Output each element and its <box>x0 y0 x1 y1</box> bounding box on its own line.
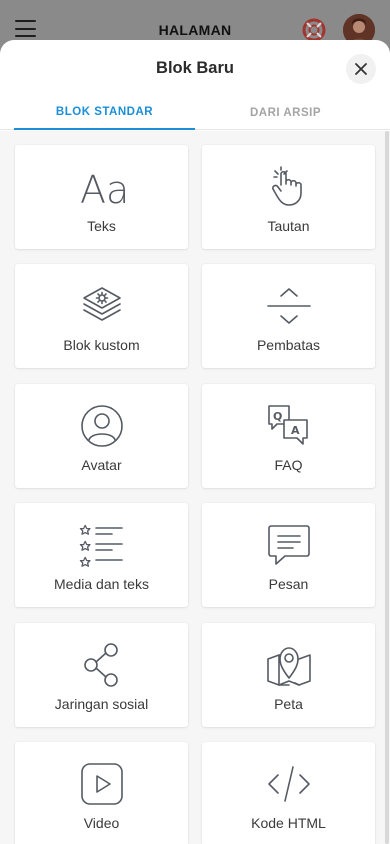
map-icon <box>202 641 375 689</box>
media-list-icon <box>15 521 188 569</box>
block-label: Media dan teks <box>54 576 149 592</box>
block-label: Jaringan sosial <box>54 696 149 712</box>
block-card-map[interactable]: Peta <box>202 623 375 727</box>
tab-bar: BLOK STANDAR DARI ARSIP <box>0 96 390 130</box>
block-card-link[interactable]: Tautan <box>202 145 375 249</box>
block-label: Kode HTML <box>251 815 326 831</box>
text-icon: Aa <box>15 163 188 212</box>
svg-text:A: A <box>291 424 300 437</box>
block-card-video[interactable]: Video <box>15 742 188 844</box>
svg-text:Q: Q <box>273 410 282 423</box>
lifebuoy-icon[interactable] <box>302 18 326 42</box>
code-icon <box>202 760 375 808</box>
block-label: Video <box>83 815 120 831</box>
tab-standard-blocks[interactable]: BLOK STANDAR <box>14 96 195 130</box>
block-label: FAQ <box>274 457 303 473</box>
divider-icon <box>202 282 375 330</box>
block-label: Blok kustom <box>63 337 140 353</box>
block-card-faq[interactable]: Q A FAQ <box>202 384 375 488</box>
block-card-media-text[interactable]: Media dan teks <box>15 503 188 607</box>
message-icon <box>202 521 375 569</box>
block-grid: Aa Teks Tautan Blok kustom Pembatas Avat… <box>0 131 390 844</box>
new-block-sheet: Blok Baru BLOK STANDAR DARI ARSIP Aa Tek… <box>0 40 390 844</box>
video-icon <box>15 760 188 808</box>
layers-icon <box>15 282 188 330</box>
block-label: Avatar <box>81 457 122 473</box>
app-title: HALAMAN <box>158 22 232 38</box>
block-card-custom[interactable]: Blok kustom <box>15 264 188 368</box>
block-card-text[interactable]: Aa Teks <box>15 145 188 249</box>
close-button[interactable] <box>346 54 376 84</box>
block-card-html[interactable]: Kode HTML <box>202 742 375 844</box>
tab-from-archive[interactable]: DARI ARSIP <box>195 96 376 130</box>
block-label: Tautan <box>267 218 310 234</box>
tap-icon <box>202 163 375 211</box>
faq-icon: Q A <box>202 402 375 450</box>
block-label: Pesan <box>268 576 309 592</box>
sheet-title: Blok Baru <box>156 59 234 77</box>
block-card-message[interactable]: Pesan <box>202 503 375 607</box>
share-icon <box>15 641 188 689</box>
block-card-social[interactable]: Jaringan sosial <box>15 623 188 727</box>
close-icon <box>355 63 367 75</box>
avatar-icon <box>15 402 188 450</box>
scrollbar[interactable] <box>385 131 389 844</box>
block-card-avatar[interactable]: Avatar <box>15 384 188 488</box>
block-card-divider[interactable]: Pembatas <box>202 264 375 368</box>
svg-text:Aa: Aa <box>80 168 129 212</box>
block-label: Teks <box>87 218 116 234</box>
block-label: Pembatas <box>256 337 321 353</box>
block-label: Peta <box>274 696 303 712</box>
